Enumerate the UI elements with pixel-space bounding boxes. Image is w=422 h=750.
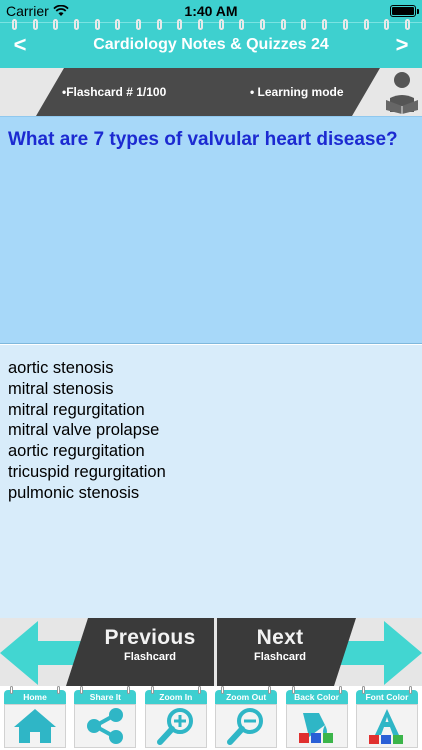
answer-item: aortic regurgitation [8, 442, 145, 461]
font-color-icon [368, 709, 403, 744]
back-chevron-icon[interactable]: < [6, 32, 34, 58]
zoom-out-button[interactable]: Zoom Out [213, 686, 279, 750]
answer-item: pulmonic stenosis [8, 483, 140, 502]
zoom-in-icon [156, 708, 193, 745]
reader-icon [386, 72, 418, 114]
answer-panel: aortic stenosis mitral stenosis mitral r… [0, 345, 422, 618]
binder-rings [0, 19, 422, 31]
next-subtitle: Flashcard [254, 651, 306, 663]
question-text: What are 7 types of valvular heart disea… [8, 129, 398, 150]
zoom-out-icon [227, 708, 264, 745]
previous-subtitle: Flashcard [124, 651, 176, 663]
status-time: 1:40 AM [184, 3, 238, 19]
back-color-icon [298, 713, 333, 743]
flashcard-info-bar: •Flashcard # 1/100 • Learning mode [0, 68, 422, 116]
answer-item: mitral stenosis [8, 379, 114, 398]
question-panel: What are 7 types of valvular heart disea… [0, 116, 422, 344]
answer-list: aortic stenosis mitral stenosis mitral r… [8, 358, 166, 504]
forward-chevron-icon[interactable]: > [388, 32, 416, 58]
home-icon [14, 709, 56, 743]
back-color-button[interactable]: Back Color [284, 686, 350, 750]
answer-item: mitral regurgitation [8, 400, 145, 419]
nav-bar: < Cardiology Notes & Quizzes 24 > [0, 19, 422, 68]
answer-item: tricuspid regurgitation [8, 462, 166, 481]
home-button[interactable]: Home [2, 686, 68, 750]
previous-button-label[interactable]: Previous Flashcard [90, 626, 210, 663]
button-divider [214, 618, 217, 686]
flashcard-counter: •Flashcard # 1/100 [62, 85, 167, 99]
answer-item: aortic stenosis [8, 359, 114, 377]
battery-icon [390, 5, 419, 17]
next-title: Next [256, 626, 304, 649]
page-title: Cardiology Notes & Quizzes 24 [93, 36, 329, 53]
share-icon [87, 708, 124, 744]
answer-item: mitral valve prolapse [8, 421, 160, 440]
next-button-label[interactable]: Next Flashcard [220, 626, 340, 663]
font-color-button[interactable]: Font Color [354, 686, 420, 750]
previous-title: Previous [104, 626, 196, 649]
bottom-toolbar: Home Share It Zoom In Zoom Out Back Colo… [0, 686, 422, 750]
flashcard-navigation: Previous Flashcard Next Flashcard [0, 618, 422, 686]
zoom-in-button[interactable]: Zoom In [143, 686, 209, 750]
share-button[interactable]: Share It [72, 686, 138, 750]
mode-label: • Learning mode [250, 85, 344, 99]
